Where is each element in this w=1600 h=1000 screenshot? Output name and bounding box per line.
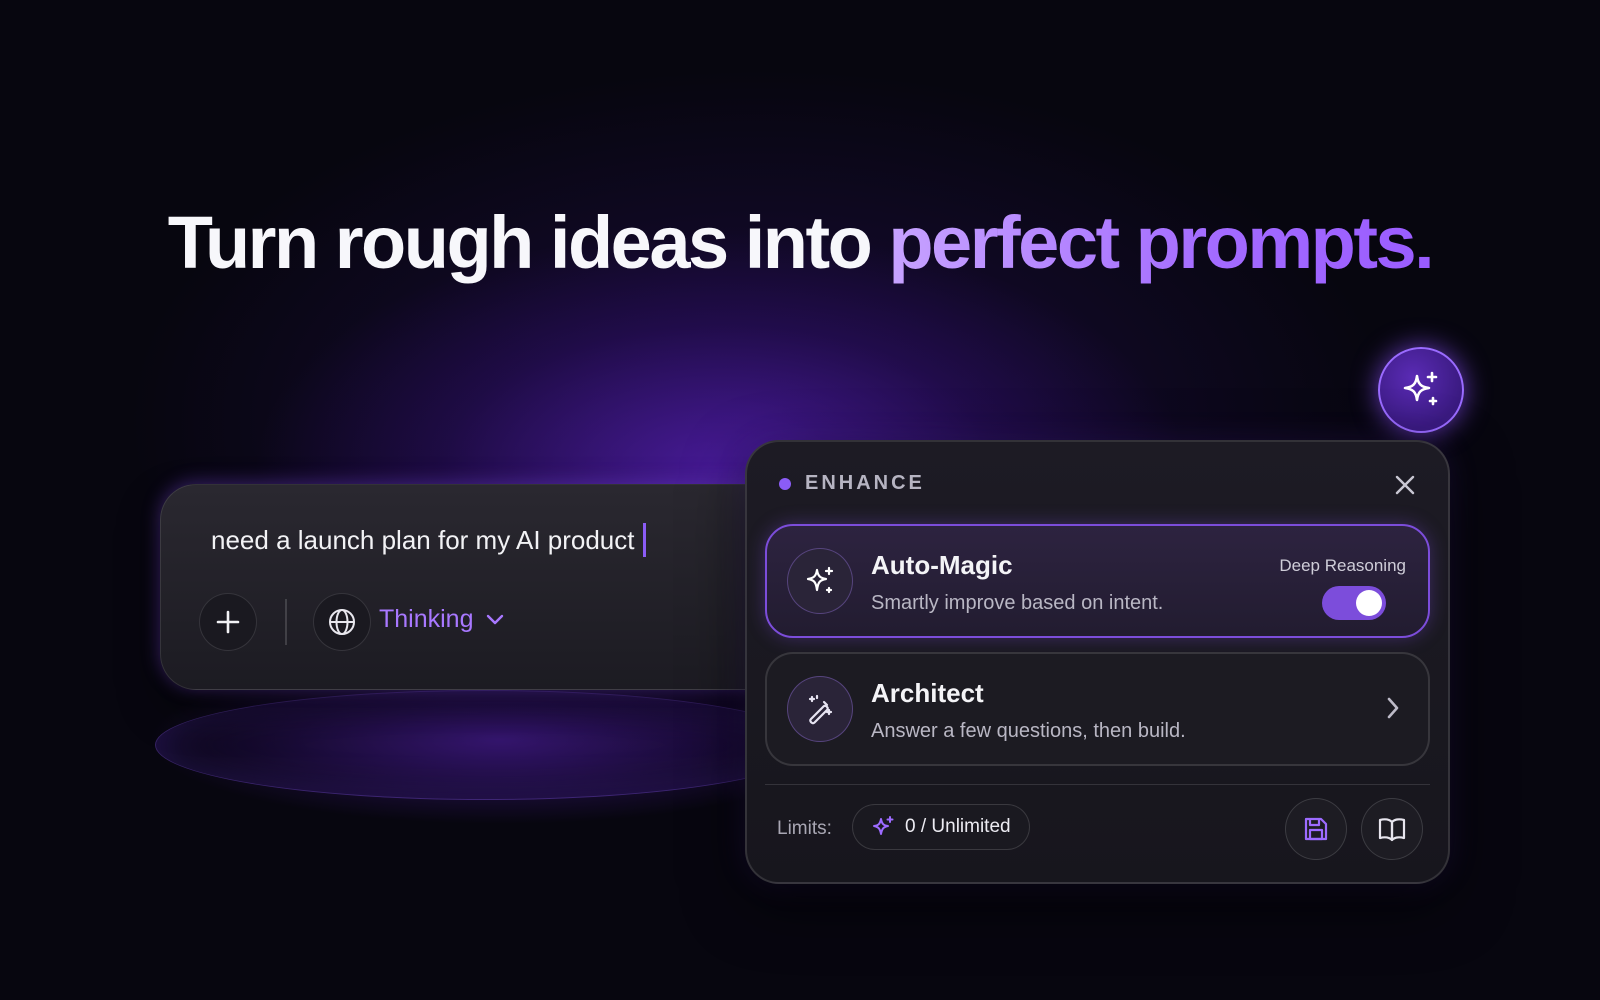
- mode-selector[interactable]: Thinking: [379, 605, 504, 634]
- web-search-button[interactable]: [313, 593, 371, 651]
- chevron-down-icon: [486, 614, 503, 624]
- option-title: Auto-Magic: [871, 550, 1013, 580]
- toggle-knob: [1356, 590, 1382, 616]
- enhance-panel: ENHANCE Auto-Magic Smartly improve based…: [745, 440, 1450, 884]
- option-architect[interactable]: Architect Answer a few questions, then b…: [765, 652, 1430, 766]
- enhance-panel-title: ENHANCE: [805, 472, 925, 494]
- sparkles-icon: [873, 816, 894, 835]
- limits-badge: 0 / Unlimited: [852, 804, 1030, 850]
- option-auto-magic[interactable]: Auto-Magic Smartly improve based on inte…: [765, 524, 1430, 638]
- magic-wand-icon: [808, 694, 833, 725]
- enhance-panel-header: ENHANCE: [779, 472, 925, 495]
- sparkles-icon: [806, 566, 834, 594]
- option-description: Answer a few questions, then build.: [871, 720, 1186, 742]
- close-icon: [1395, 475, 1415, 495]
- status-dot: [779, 477, 791, 490]
- save-icon: [1304, 817, 1328, 841]
- plus-icon: [216, 610, 240, 634]
- option-title: Architect: [871, 678, 984, 708]
- text-caret: [642, 523, 646, 557]
- stage: Turn rough ideas into perfect prompts. n…: [0, 0, 1600, 1000]
- prompt-composer: need a launch plan for my AI product Thi…: [160, 484, 800, 690]
- deep-reasoning-label: Deep Reasoning: [1279, 556, 1406, 575]
- close-button[interactable]: [1390, 470, 1420, 500]
- deep-reasoning-toggle[interactable]: [1322, 586, 1386, 620]
- architect-icon-badge: [787, 676, 853, 742]
- limits-label: Limits:: [777, 818, 832, 839]
- chevron-right-icon: [1387, 697, 1399, 719]
- save-button[interactable]: [1285, 798, 1347, 860]
- option-description: Smartly improve based on intent.: [871, 592, 1164, 614]
- headline-accent: perfect prompts.: [888, 201, 1434, 284]
- headline-main: Turn rough ideas into: [167, 201, 873, 284]
- add-attachment-button[interactable]: [199, 593, 257, 651]
- auto-magic-icon-badge: [787, 548, 853, 614]
- sparkles-icon: [1403, 371, 1438, 406]
- hero-headline: Turn rough ideas into perfect prompts.: [0, 200, 1600, 285]
- prompt-input-value: need a launch plan for my AI product: [211, 524, 635, 555]
- floor-glow-ring: [155, 690, 815, 800]
- library-button[interactable]: [1361, 798, 1423, 860]
- footer-divider: [765, 784, 1430, 785]
- toolbar-divider: [285, 599, 287, 645]
- globe-icon: [329, 609, 355, 635]
- enhance-fab-button[interactable]: [1378, 347, 1464, 433]
- mode-selector-label: Thinking: [379, 605, 474, 633]
- prompt-input[interactable]: need a launch plan for my AI product: [211, 523, 646, 557]
- book-open-icon: [1378, 818, 1406, 842]
- limits-value: 0 / Unlimited: [905, 816, 1011, 837]
